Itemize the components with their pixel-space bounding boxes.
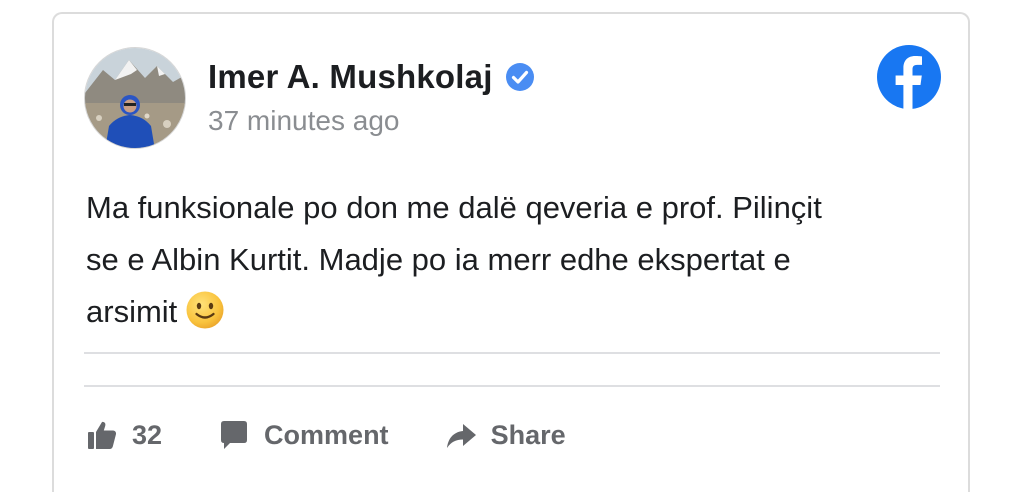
facebook-post-card: Imer A. Mushkolaj 37 minutes ago Ma funk…: [52, 12, 970, 492]
comment-button[interactable]: Comment: [218, 419, 389, 451]
post-text-line: arsimit: [86, 286, 946, 338]
thumbs-up-icon: [86, 419, 118, 451]
avatar-photo: [85, 48, 185, 148]
post-timestamp[interactable]: 37 minutes ago: [208, 105, 399, 137]
post-text: Ma funksionale po don me dalë qeveria e …: [86, 182, 946, 338]
slightly-smiling-face-emoji: [185, 290, 225, 330]
share-label: Share: [490, 419, 566, 450]
avatar[interactable]: [84, 47, 186, 149]
post-text-line: Ma funksionale po don me dalë qeveria e …: [86, 190, 822, 225]
facebook-logo-icon: [876, 44, 942, 110]
share-arrow-icon: [445, 419, 477, 451]
like-count: 32: [132, 419, 163, 450]
share-button[interactable]: Share: [445, 419, 566, 451]
like-button[interactable]: 32: [86, 419, 162, 451]
author-row: Imer A. Mushkolaj: [208, 58, 535, 96]
post-text-line-content: arsimit: [86, 294, 178, 329]
comment-label: Comment: [264, 419, 389, 450]
divider: [84, 352, 940, 354]
post-text-line: se e Albin Kurtit. Madje po ia merr edhe…: [86, 242, 791, 277]
verified-badge-icon: [505, 62, 535, 92]
author-name[interactable]: Imer A. Mushkolaj: [208, 58, 493, 96]
divider: [84, 385, 940, 387]
post-actions-bar: 32 Comment Share: [86, 419, 566, 451]
comment-bubble-icon: [218, 419, 250, 451]
